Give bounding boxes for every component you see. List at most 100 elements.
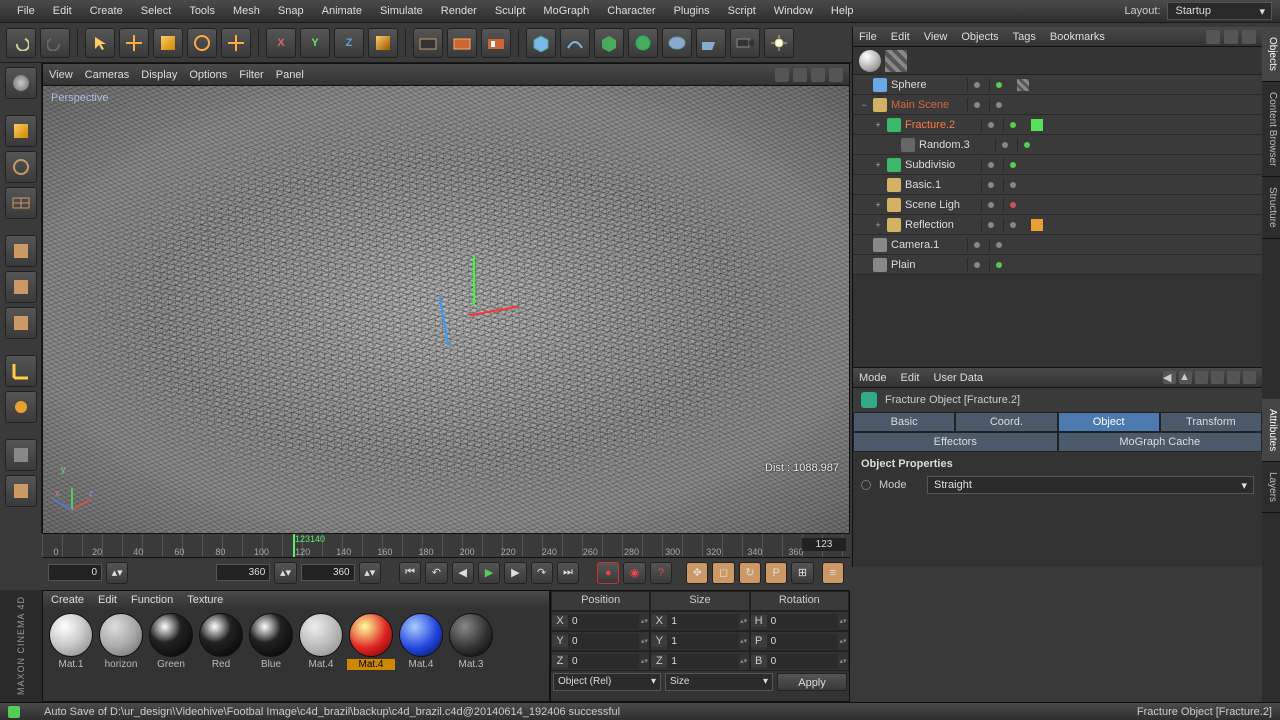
visibility-dot[interactable] <box>967 258 985 272</box>
visibility-dot[interactable] <box>989 258 1007 272</box>
material-preview[interactable] <box>249 613 293 657</box>
material-preview[interactable] <box>399 613 443 657</box>
mat-menu-texture[interactable]: Texture <box>187 594 223 606</box>
object-name[interactable]: Basic.1 <box>905 179 977 191</box>
total-frames-field[interactable] <box>301 564 355 581</box>
material-list[interactable]: Mat.1horizonGreenRedBlueMat.4Mat.4Mat.4M… <box>43 609 549 674</box>
prev-frame-button[interactable]: ◀ <box>452 562 474 584</box>
material-preview[interactable] <box>299 613 343 657</box>
om-menu-tags[interactable]: Tags <box>1013 31 1036 43</box>
vp-menu-options[interactable]: Options <box>189 69 227 81</box>
visibility-dot[interactable] <box>995 138 1013 152</box>
menu-animate[interactable]: Animate <box>313 1 371 21</box>
coord-value-field[interactable]: 1 <box>667 654 738 669</box>
expand-toggle[interactable] <box>859 260 869 270</box>
spinner-icon[interactable]: ▴▾ <box>274 562 296 584</box>
vtab-objects[interactable]: Objects <box>1262 27 1280 82</box>
vtab-attributes[interactable]: Attributes <box>1262 399 1280 462</box>
object-name[interactable]: Reflection <box>905 219 977 231</box>
pla-key-button[interactable]: ⊞ <box>791 562 813 584</box>
spinner-icon[interactable]: ▴▾ <box>739 617 749 625</box>
object-row[interactable]: +Reflection <box>853 215 1262 235</box>
add-floor[interactable] <box>696 28 726 58</box>
object-row[interactable]: −Main Scene <box>853 95 1262 115</box>
record-button[interactable]: ● <box>597 562 619 584</box>
material-item[interactable]: Red <box>197 613 245 670</box>
add-deformer[interactable] <box>628 28 658 58</box>
search-icon[interactable] <box>1206 30 1220 44</box>
scale-tool[interactable] <box>153 28 183 58</box>
vp-nav-icon[interactable] <box>775 68 789 82</box>
attr-menu-edit[interactable]: Edit <box>901 372 920 384</box>
material-preview[interactable] <box>349 613 393 657</box>
attr-mode-radio[interactable] <box>861 480 871 490</box>
attr-menu-mode[interactable]: Mode <box>859 372 887 384</box>
material-item[interactable]: horizon <box>97 613 145 670</box>
menu-script[interactable]: Script <box>719 1 765 21</box>
texture-slot-icon[interactable] <box>885 50 907 72</box>
object-name[interactable]: Camera.1 <box>891 239 963 251</box>
go-end-button[interactable]: ⏭ <box>557 562 579 584</box>
material-item[interactable]: Mat.3 <box>447 613 495 670</box>
object-name[interactable]: Random.3 <box>919 139 991 151</box>
render-settings[interactable] <box>481 28 511 58</box>
object-name[interactable]: Sphere <box>891 79 963 91</box>
perspective-viewport[interactable]: Perspective Dist : 1088.987 y z x <box>43 86 849 534</box>
spinner-icon[interactable]: ▴▾ <box>639 657 649 665</box>
edge-mode[interactable] <box>5 271 37 303</box>
undo-button[interactable] <box>6 28 36 58</box>
spinner-icon[interactable]: ▴▾ <box>639 617 649 625</box>
make-editable-button[interactable] <box>5 67 37 99</box>
timeline[interactable]: 0204060801001201401601802002202402602803… <box>42 533 850 557</box>
spinner-icon[interactable]: ▴▾ <box>739 637 749 645</box>
z-axis-lock[interactable]: Z <box>334 28 364 58</box>
material-slot-icon[interactable] <box>859 50 881 72</box>
attr-tab-effectors[interactable]: Effectors <box>853 432 1058 452</box>
expand-toggle[interactable] <box>887 140 897 150</box>
spinner-icon[interactable]: ▴▾ <box>838 657 848 665</box>
spinner-icon[interactable]: ▴▾ <box>838 617 848 625</box>
spinner-icon[interactable]: ▴▾ <box>639 637 649 645</box>
apply-button[interactable]: Apply <box>777 673 847 691</box>
coord-value-field[interactable]: 0 <box>767 654 838 669</box>
material-item[interactable]: Mat.4 <box>297 613 345 670</box>
menu-select[interactable]: Select <box>132 1 181 21</box>
object-name[interactable]: Main Scene <box>891 99 963 111</box>
tweak-mode[interactable] <box>5 391 37 423</box>
add-generator[interactable] <box>594 28 624 58</box>
go-start-button[interactable]: ⏮ <box>399 562 421 584</box>
object-row[interactable]: Sphere <box>853 75 1262 95</box>
visibility-dot[interactable] <box>1003 118 1021 132</box>
spinner-icon[interactable]: ▴▾ <box>359 562 381 584</box>
vp-nav-icon[interactable] <box>829 68 843 82</box>
add-environment[interactable] <box>662 28 692 58</box>
object-name[interactable]: Scene Ligh <box>905 199 977 211</box>
object-row[interactable]: +Fracture.2 <box>853 115 1262 135</box>
attr-tab-mograph-cache[interactable]: MoGraph Cache <box>1058 432 1263 452</box>
vp-nav-icon[interactable] <box>811 68 825 82</box>
menu-icon[interactable] <box>1243 371 1256 384</box>
spinner-icon[interactable]: ▴▾ <box>106 562 128 584</box>
menu-create[interactable]: Create <box>81 1 132 21</box>
object-name[interactable]: Plain <box>891 259 963 271</box>
visibility-dot[interactable] <box>1003 218 1021 232</box>
object-tree[interactable]: Sphere−Main Scene+Fracture.2Random.3+Sub… <box>853 75 1262 275</box>
menu-sculpt[interactable]: Sculpt <box>486 1 535 21</box>
visibility-dot[interactable] <box>981 218 999 232</box>
add-light[interactable] <box>764 28 794 58</box>
rotate-tool[interactable] <box>187 28 217 58</box>
live-select-tool[interactable] <box>85 28 115 58</box>
viewport-solo[interactable] <box>5 439 37 471</box>
render-picture-viewer[interactable] <box>447 28 477 58</box>
move-tool[interactable] <box>119 28 149 58</box>
menu-edit[interactable]: Edit <box>44 1 81 21</box>
snap-button[interactable] <box>5 475 37 507</box>
menu-mesh[interactable]: Mesh <box>224 1 269 21</box>
nav-back-icon[interactable]: ◀ <box>1163 371 1176 384</box>
new-icon[interactable] <box>1227 371 1240 384</box>
rot-key-button[interactable]: ↻ <box>739 562 761 584</box>
expand-toggle[interactable]: + <box>873 120 883 130</box>
add-spline[interactable] <box>560 28 590 58</box>
prev-key-button[interactable]: ↶ <box>425 562 447 584</box>
material-item[interactable]: Mat.1 <box>47 613 95 670</box>
